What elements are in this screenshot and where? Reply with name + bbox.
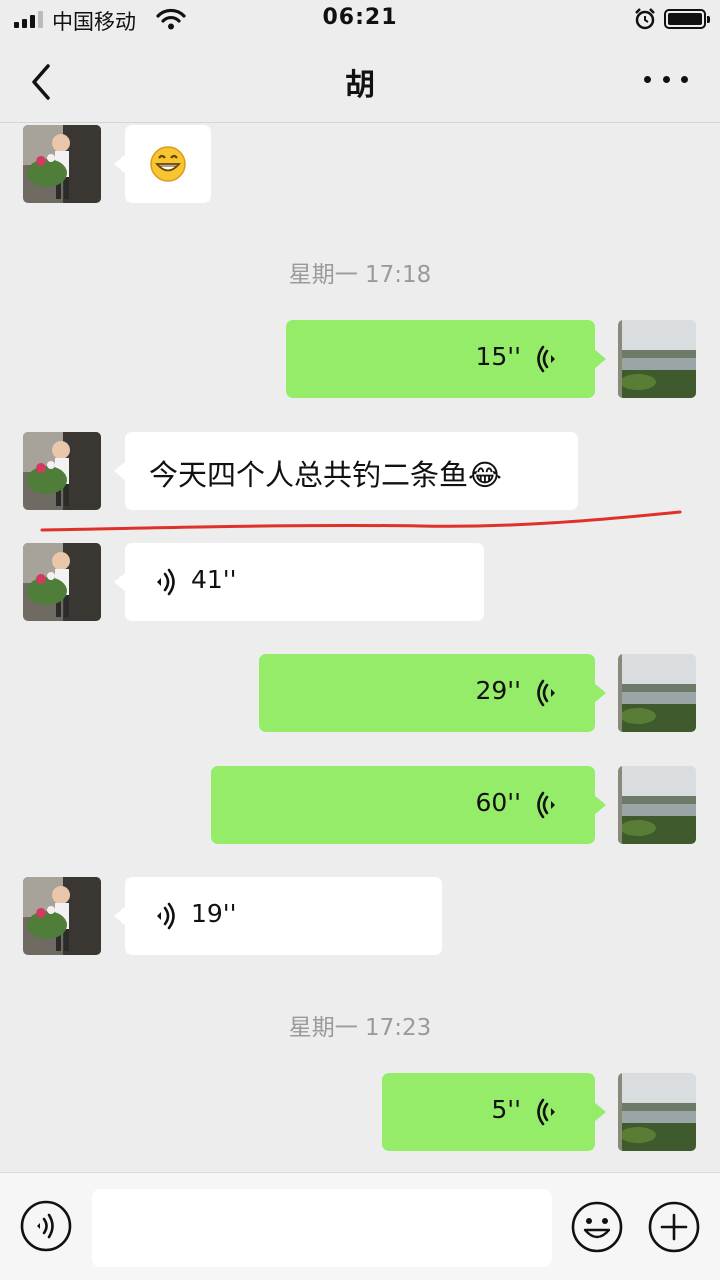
emoji-icon[interactable] [570,1200,624,1254]
voice-duration: 60'' [475,788,521,817]
voice-duration: 29'' [475,676,521,705]
contact-avatar[interactable] [23,432,101,510]
chat-title: 胡 [345,68,375,103]
voice-wave-icon [537,791,555,819]
voice-message-out[interactable]: 29'' [259,654,606,732]
message-input[interactable] [92,1189,552,1267]
voice-message-out[interactable]: 60'' [211,766,606,844]
voice-message-in[interactable]: 41'' [114,543,484,621]
underline-annotation [40,510,682,532]
battery-icon [664,9,710,29]
message-text: 今天四个人总共钓二条鱼😂 [149,458,502,492]
plus-icon[interactable] [647,1200,701,1254]
chat-header: 胡 [0,40,720,123]
voice-message-out[interactable]: 5'' [382,1073,606,1151]
emoji-message[interactable] [114,125,211,203]
status-bar: 中国移动 06:21 [0,0,720,40]
voice-wave-icon [537,679,555,707]
voice-message-in[interactable]: 19'' [114,877,442,955]
my-avatar[interactable] [618,766,696,844]
voice-wave-icon [537,1098,555,1126]
text-message-in[interactable]: 今天四个人总共钓二条鱼😂 [114,432,578,510]
contact-avatar[interactable] [23,877,101,955]
voice-wave-icon [157,568,175,596]
voice-input-icon[interactable] [20,1200,72,1252]
voice-wave-icon [537,345,555,373]
voice-duration: 19'' [191,899,237,928]
contact-avatar[interactable] [23,543,101,621]
alarm-icon [635,8,655,30]
message-list[interactable]: 星期一 17:18 15'' 今天四个人总共钓二条鱼😂 41'' 29'' 60… [0,124,720,1172]
more-dots-icon[interactable] [644,76,688,86]
voice-message-out[interactable]: 15'' [286,320,606,398]
input-bar [0,1172,720,1280]
contact-avatar[interactable] [23,125,101,203]
message-timestamp: 星期一 17:23 [288,1015,432,1041]
clock-time: 06:21 [322,5,398,30]
my-avatar[interactable] [618,1073,696,1151]
my-avatar[interactable] [618,654,696,732]
voice-duration: 5'' [491,1095,521,1124]
message-timestamp: 星期一 17:18 [288,262,432,288]
grinning-face-icon [150,146,186,182]
my-avatar[interactable] [618,320,696,398]
voice-duration: 41'' [191,565,237,594]
voice-wave-icon [157,902,175,930]
voice-duration: 15'' [475,342,521,371]
